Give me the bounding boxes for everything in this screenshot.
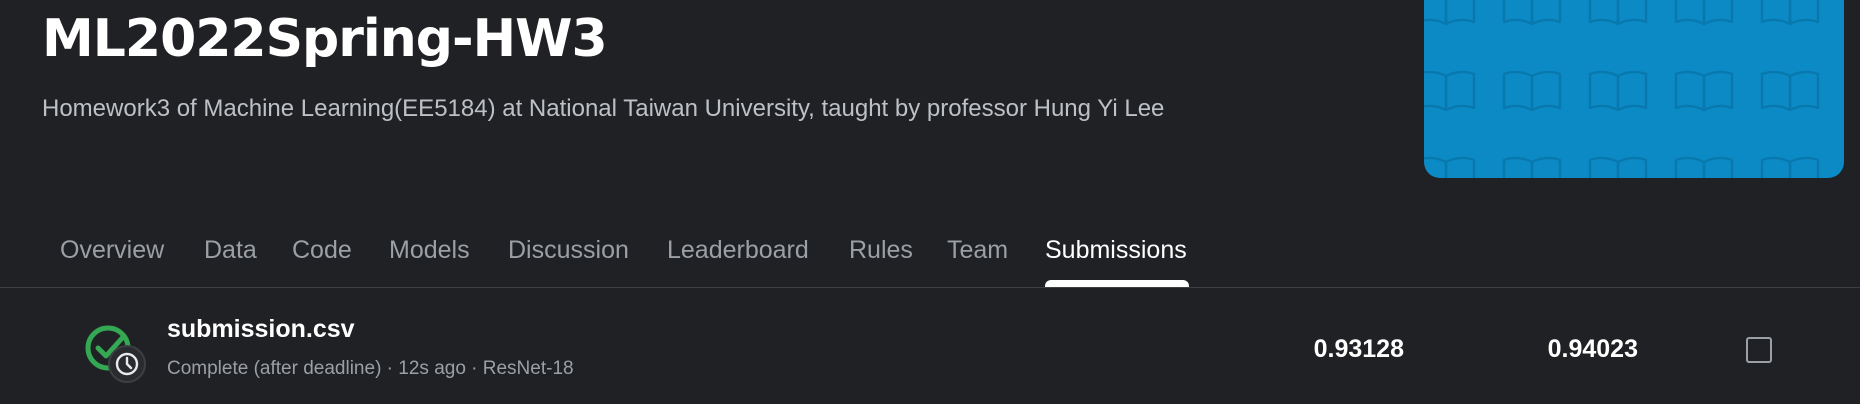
- submission-row[interactable]: submission.csv Complete (after deadline)…: [0, 288, 1860, 404]
- tab-data[interactable]: Data: [204, 226, 257, 286]
- tab-leaderboard[interactable]: Leaderboard: [667, 226, 809, 286]
- competition-subtitle: Homework3 of Machine Learning(EE5184) at…: [42, 95, 1165, 122]
- submission-status-icon: [85, 325, 146, 383]
- competition-page: ML2022Spring-HW3 Homework3 of Machine Le…: [0, 0, 1860, 404]
- submission-meta: Complete (after deadline) · 12s ago · Re…: [167, 358, 574, 379]
- competition-banner-image: [1424, 0, 1844, 178]
- public-score: 0.94023: [1547, 335, 1638, 363]
- submission-file-name[interactable]: submission.csv: [167, 312, 355, 346]
- private-score: 0.93128: [1313, 335, 1404, 363]
- competition-title: ML2022Spring-HW3: [42, 9, 608, 69]
- tab-submissions[interactable]: Submissions: [1045, 226, 1187, 286]
- tab-rules[interactable]: Rules: [849, 226, 913, 286]
- tab-code[interactable]: Code: [292, 226, 352, 286]
- tab-discussion[interactable]: Discussion: [508, 226, 629, 286]
- book-pattern-icon: [1424, 0, 1844, 178]
- competition-tabs: Overview Data Code Models Discussion Lea…: [0, 226, 1860, 288]
- select-submission-checkbox[interactable]: [1746, 337, 1772, 363]
- tab-models[interactable]: Models: [389, 226, 470, 286]
- tab-team[interactable]: Team: [947, 226, 1008, 286]
- tab-overview[interactable]: Overview: [60, 226, 164, 286]
- clock-icon: [108, 345, 146, 383]
